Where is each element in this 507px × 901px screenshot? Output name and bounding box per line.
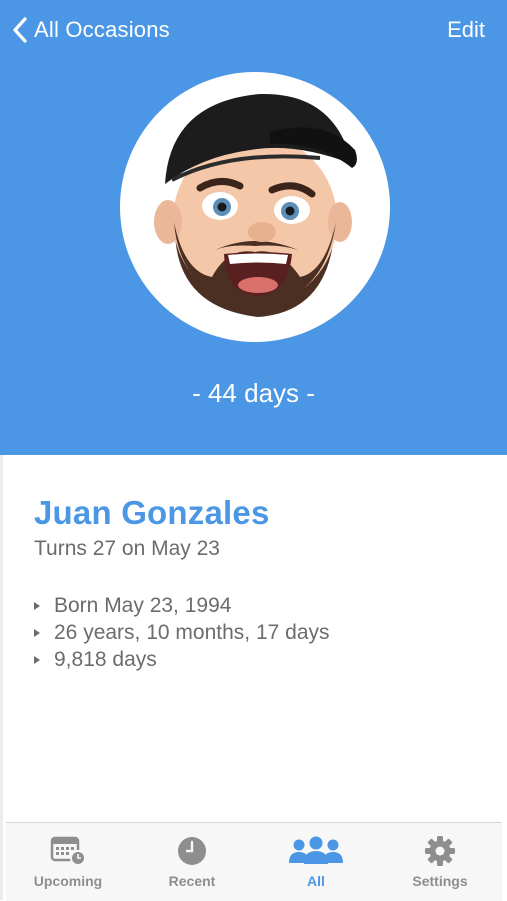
tab-upcoming[interactable]: Upcoming: [6, 823, 130, 901]
tab-bar: Upcoming Recent All Settings: [6, 822, 502, 901]
tab-label: Settings: [412, 873, 468, 889]
bullet-triangle-icon: [34, 628, 40, 637]
next-birthday-label: Turns 27 on May 23: [34, 537, 220, 560]
fact-age: 26 years, 10 months, 17 days: [54, 620, 330, 644]
person-name: Juan Gonzales: [34, 494, 270, 531]
fact-born: Born May 23, 1994: [54, 593, 232, 617]
list-item: 26 years, 10 months, 17 days: [34, 619, 330, 646]
edit-button[interactable]: Edit: [447, 14, 485, 46]
chevron-left-icon: [13, 17, 27, 43]
calendar-icon: [50, 836, 86, 866]
tab-label: Recent: [168, 873, 216, 889]
clock-icon: [178, 837, 206, 865]
back-button-label: All Occasions: [34, 17, 170, 42]
bullet-triangle-icon: [34, 655, 40, 664]
tab-all[interactable]: All: [254, 823, 378, 901]
tab-label: All: [307, 873, 325, 889]
tab-settings[interactable]: Settings: [378, 823, 502, 901]
countdown-label: - 44 days -: [192, 378, 315, 408]
people-icon: [289, 836, 343, 864]
facts-list: Born May 23, 1994 26 years, 10 months, 1…: [34, 592, 330, 673]
bullet-triangle-icon: [34, 601, 40, 610]
hero-header: All Occasions Edit - 44 days -: [0, 0, 507, 455]
tab-label: Upcoming: [33, 873, 103, 889]
avatar[interactable]: [120, 72, 390, 342]
gear-icon: [425, 836, 455, 866]
list-item: 9,818 days: [34, 646, 330, 673]
fact-total-days: 9,818 days: [54, 647, 157, 671]
tab-recent[interactable]: Recent: [130, 823, 254, 901]
list-item: Born May 23, 1994: [34, 592, 330, 619]
memoji-avatar-icon: [154, 93, 357, 317]
back-button[interactable]: All Occasions: [12, 14, 170, 46]
